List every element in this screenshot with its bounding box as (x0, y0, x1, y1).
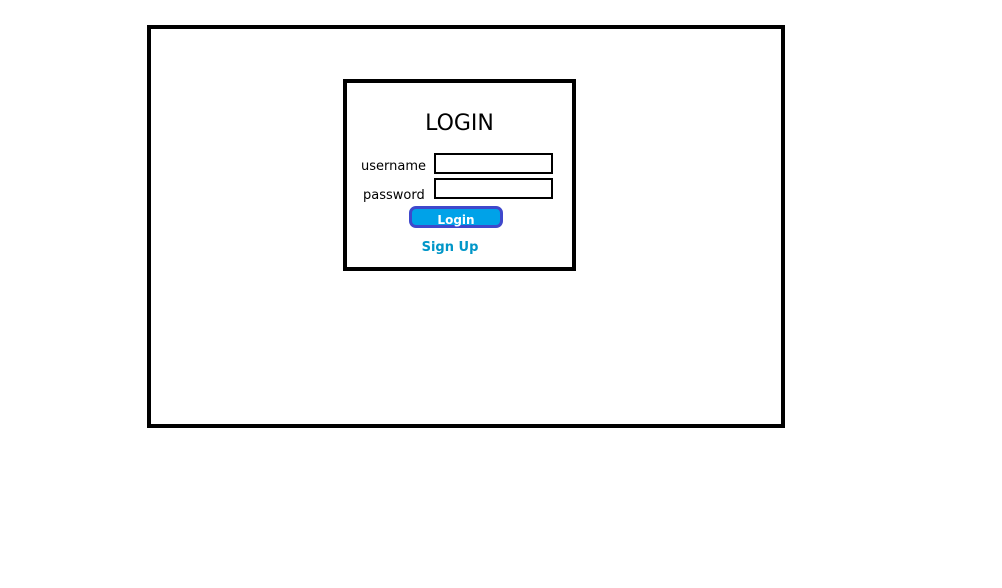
sign-up-link[interactable]: Sign Up (347, 240, 553, 255)
password-label: password (363, 188, 425, 203)
login-button[interactable]: Login (409, 206, 503, 228)
login-title: LOGIN (425, 111, 494, 136)
password-input[interactable] (434, 178, 553, 199)
username-label: username (361, 159, 426, 174)
username-input[interactable] (434, 153, 553, 174)
login-panel: LOGIN username password Login Sign Up (343, 79, 576, 271)
